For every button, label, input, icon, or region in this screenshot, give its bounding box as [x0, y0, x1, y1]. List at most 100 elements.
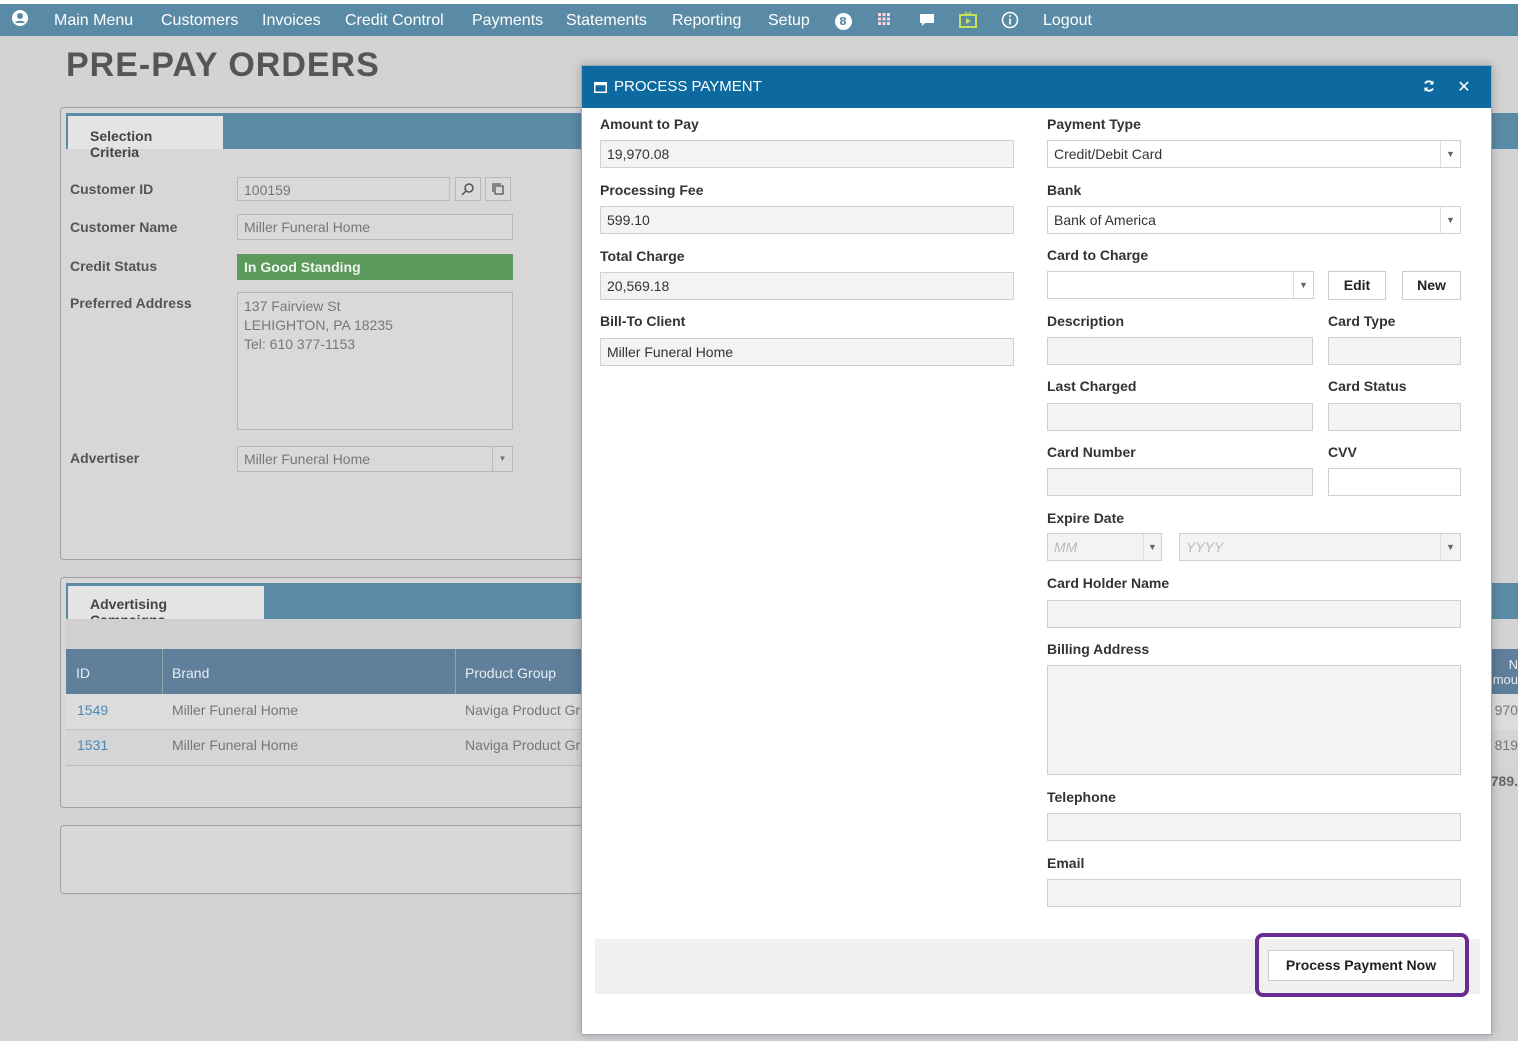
- campaign-total: 789.: [1490, 773, 1518, 789]
- amount-header-fragment: N: [1508, 657, 1518, 672]
- last-charged-label: Last Charged: [1047, 378, 1137, 394]
- dialog-title: PROCESS PAYMENT: [614, 78, 762, 95]
- payment-type-label: Payment Type: [1047, 116, 1141, 132]
- chevron-down-icon: ▼: [1293, 272, 1313, 298]
- column-header-product-group[interactable]: Product Group: [456, 649, 586, 694]
- card-to-charge-label: Card to Charge: [1047, 247, 1149, 263]
- customer-name-field[interactable]: Miller Funeral Home: [237, 214, 513, 240]
- chevron-down-icon: ▼: [492, 447, 512, 471]
- column-header-brand[interactable]: Brand: [163, 649, 456, 694]
- total-charge-field[interactable]: 20,569.18: [600, 272, 1014, 300]
- nav-credit-control[interactable]: Credit Control: [345, 7, 444, 35]
- email-label: Email: [1047, 855, 1085, 871]
- card-holder-name-field[interactable]: [1047, 600, 1461, 628]
- billing-address-field[interactable]: [1047, 665, 1461, 775]
- last-charged-field[interactable]: [1047, 403, 1313, 431]
- tab-selection-criteria[interactable]: Selection Criteria: [68, 116, 223, 160]
- address-line: 137 Fairview St: [244, 298, 341, 314]
- bank-label: Bank: [1047, 182, 1082, 198]
- nav-reporting[interactable]: Reporting: [672, 7, 741, 35]
- close-icon[interactable]: ✕: [1455, 77, 1473, 96]
- copy-customer-button[interactable]: [485, 177, 511, 201]
- credit-status-label: Credit Status: [70, 258, 158, 274]
- preferred-address-field[interactable]: 137 Fairview St LEHIGHTON, PA 18235 Tel:…: [237, 292, 513, 430]
- expire-month-select[interactable]: MM ▼: [1047, 533, 1162, 561]
- telephone-field[interactable]: [1047, 813, 1461, 841]
- bottom-panel: [60, 825, 590, 894]
- nav-logout[interactable]: Logout: [1043, 7, 1092, 35]
- notification-badge-icon[interactable]: 8: [833, 9, 853, 31]
- credit-status-badge: In Good Standing: [237, 254, 513, 280]
- card-number-field[interactable]: [1047, 468, 1313, 496]
- expire-year-select[interactable]: YYYY ▼: [1179, 533, 1461, 561]
- window-icon: [594, 82, 607, 93]
- address-line: LEHIGHTON, PA 18235: [244, 317, 393, 333]
- nav-statements[interactable]: Statements: [566, 7, 647, 35]
- email-field[interactable]: [1047, 879, 1461, 907]
- campaign-product-group: Naviga Product Gr: [465, 737, 581, 753]
- campaign-id-link[interactable]: 1531: [77, 737, 108, 753]
- processing-fee-label: Processing Fee: [600, 182, 704, 198]
- tv-icon[interactable]: [958, 9, 978, 31]
- nav-payments[interactable]: Payments: [472, 7, 543, 35]
- grid-icon[interactable]: [874, 9, 894, 31]
- amount-to-pay-label: Amount to Pay: [600, 116, 699, 132]
- campaign-id-link[interactable]: 1549: [77, 702, 108, 718]
- billing-address-label: Billing Address: [1047, 641, 1150, 657]
- card-holder-name-label: Card Holder Name: [1047, 575, 1170, 591]
- address-line: Tel: 610 377-1153: [244, 336, 356, 352]
- column-header-amount: N mou: [1492, 649, 1518, 694]
- bank-select[interactable]: Bank of America ▼: [1047, 206, 1461, 234]
- card-type-label: Card Type: [1328, 313, 1396, 329]
- total-charge-label: Total Charge: [600, 248, 685, 264]
- selection-header-right-edge: [1492, 113, 1518, 149]
- nav-main-menu[interactable]: Main Menu: [54, 7, 133, 35]
- search-customer-button[interactable]: [455, 177, 481, 201]
- process-payment-now-button[interactable]: Process Payment Now: [1268, 950, 1454, 981]
- preferred-address-label: Preferred Address: [70, 295, 192, 311]
- bill-to-client-field[interactable]: Miller Funeral Home: [600, 338, 1014, 366]
- nav-setup[interactable]: Setup: [768, 7, 810, 35]
- cvv-label: CVV: [1328, 444, 1357, 460]
- card-to-charge-select[interactable]: ▼: [1047, 271, 1314, 299]
- page-title: PRE-PAY ORDERS: [66, 46, 380, 84]
- payment-type-value: Credit/Debit Card: [1054, 146, 1163, 162]
- tab-advertising-campaigns[interactable]: Advertising Campaigns: [68, 586, 264, 628]
- campaign-brand: Miller Funeral Home: [172, 737, 299, 753]
- nav-invoices[interactable]: Invoices: [262, 7, 321, 35]
- info-icon[interactable]: [1000, 9, 1020, 31]
- campaign-brand: Miller Funeral Home: [172, 702, 299, 718]
- refresh-icon[interactable]: [1420, 78, 1438, 96]
- card-type-field[interactable]: [1328, 337, 1461, 365]
- payment-type-select[interactable]: Credit/Debit Card ▼: [1047, 140, 1461, 168]
- card-number-label: Card Number: [1047, 444, 1136, 460]
- amount-header-fragment: mou: [1492, 672, 1518, 687]
- campaign-amount: 819: [1494, 737, 1518, 753]
- amount-to-pay-field[interactable]: 19,970.08: [600, 140, 1014, 168]
- customer-id-label: Customer ID: [70, 181, 154, 197]
- expire-date-label: Expire Date: [1047, 510, 1125, 526]
- card-status-field[interactable]: [1328, 403, 1461, 431]
- description-field[interactable]: [1047, 337, 1313, 365]
- nav-customers[interactable]: Customers: [161, 7, 238, 35]
- cvv-field[interactable]: [1328, 468, 1461, 496]
- bill-to-client-label: Bill-To Client: [600, 313, 686, 329]
- column-header-id[interactable]: ID: [66, 649, 163, 694]
- user-icon[interactable]: [10, 9, 30, 31]
- chat-icon[interactable]: [917, 9, 937, 31]
- card-status-label: Card Status: [1328, 378, 1407, 394]
- process-payment-dialog: PROCESS PAYMENT ✕ Amount to Pay 19,970.0…: [581, 65, 1492, 1035]
- notification-count: 8: [834, 13, 852, 30]
- campaigns-header-right-edge: [1492, 583, 1518, 619]
- customer-id-field[interactable]: 100159: [237, 177, 450, 201]
- processing-fee-field[interactable]: 599.10: [600, 206, 1014, 234]
- advertiser-label: Advertiser: [70, 450, 140, 466]
- new-card-button[interactable]: New: [1402, 271, 1461, 300]
- advertiser-select[interactable]: Miller Funeral Home ▼: [237, 446, 513, 472]
- edit-card-button[interactable]: Edit: [1328, 271, 1386, 300]
- campaigns-toolbar: [66, 619, 586, 649]
- description-label: Description: [1047, 313, 1125, 329]
- bank-value: Bank of America: [1054, 212, 1156, 228]
- advertiser-value: Miller Funeral Home: [244, 451, 371, 467]
- dialog-header: PROCESS PAYMENT ✕: [582, 66, 1491, 108]
